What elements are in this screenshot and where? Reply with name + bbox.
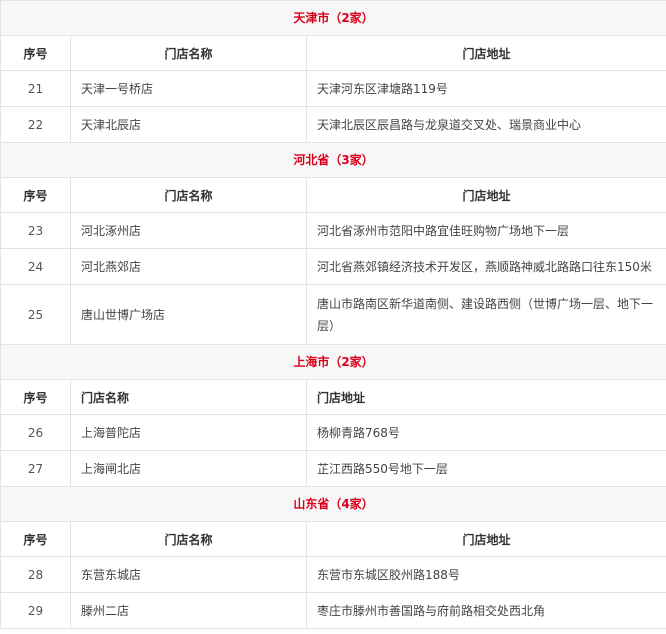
store-address: 东营市东城区胶州路188号 [305, 556, 666, 593]
store-name: 上海闸北店 [70, 450, 307, 487]
header-store-address: 门店地址 [305, 379, 666, 415]
table-row: 27 上海闸北店 芷江西路550号地下一层 [0, 450, 666, 487]
row-number: 23 [0, 212, 71, 249]
section-title-row: 上海市（2家） [0, 344, 666, 380]
store-address: 芷江西路550号地下一层 [305, 450, 666, 487]
row-number: 27 [0, 450, 71, 487]
table-row: 28 东营东城店 东营市东城区胶州路188号 [0, 556, 666, 593]
store-address: 河北省涿州市范阳中路宜佳旺购物广场地下一层 [305, 212, 666, 249]
header-number: 序号 [0, 521, 71, 557]
header-store-address: 门店地址 [305, 521, 666, 557]
table-row: 22 天津北辰店 天津北辰区辰昌路与龙泉道交叉处、瑞景商业中心 [0, 106, 666, 143]
header-number: 序号 [0, 177, 71, 213]
row-number: 25 [0, 284, 71, 345]
header-store-address: 门店地址 [305, 35, 666, 71]
header-number: 序号 [0, 35, 71, 71]
header-row: 序号 门店名称 门店地址 [0, 177, 666, 213]
table-row: 21 天津一号桥店 天津河东区津塘路119号 [0, 70, 666, 107]
row-number: 29 [0, 592, 71, 629]
header-store-name: 门店名称 [70, 379, 307, 415]
header-store-name: 门店名称 [70, 177, 307, 213]
section-title-row: 河北省（3家） [0, 142, 666, 178]
row-number: 24 [0, 248, 71, 285]
store-name: 滕州二店 [70, 592, 307, 629]
store-name: 河北涿州店 [70, 212, 307, 249]
section-title: 上海市（2家） [0, 344, 666, 380]
section-title-row: 天津市（2家） [0, 0, 666, 36]
table-row: 24 河北燕郊店 河北省燕郊镇经济技术开发区，燕顺路神威北路路口往东150米 [0, 248, 666, 285]
header-row: 序号 门店名称 门店地址 [0, 35, 666, 71]
store-name: 天津一号桥店 [70, 70, 307, 107]
store-address: 杨柳青路768号 [305, 414, 666, 451]
table-row: 29 滕州二店 枣庄市滕州市善国路与府前路相交处西北角 [0, 592, 666, 629]
section-title-row: 山东省（4家） [0, 486, 666, 522]
row-number: 28 [0, 556, 71, 593]
store-list-table: 天津市（2家） 序号 门店名称 门店地址 21 天津一号桥店 天津河东区津塘路1… [0, 0, 666, 629]
section-title: 河北省（3家） [0, 142, 666, 178]
table-row: 26 上海普陀店 杨柳青路768号 [0, 414, 666, 451]
row-number: 22 [0, 106, 71, 143]
header-row: 序号 门店名称 门店地址 [0, 521, 666, 557]
row-number: 21 [0, 70, 71, 107]
header-store-name: 门店名称 [70, 35, 307, 71]
header-store-address: 门店地址 [305, 177, 666, 213]
store-name: 东营东城店 [70, 556, 307, 593]
table-row: 25 唐山世博广场店 唐山市路南区新华道南侧、建设路西侧（世博广场一层、地下一层… [0, 284, 666, 345]
row-number: 26 [0, 414, 71, 451]
section-title: 天津市（2家） [0, 0, 666, 36]
store-name: 河北燕郊店 [70, 248, 307, 285]
store-address: 河北省燕郊镇经济技术开发区，燕顺路神威北路路口往东150米 [305, 248, 666, 285]
store-address: 天津北辰区辰昌路与龙泉道交叉处、瑞景商业中心 [305, 106, 666, 143]
store-address: 枣庄市滕州市善国路与府前路相交处西北角 [305, 592, 666, 629]
header-number: 序号 [0, 379, 71, 415]
header-store-name: 门店名称 [70, 521, 307, 557]
store-address: 天津河东区津塘路119号 [305, 70, 666, 107]
store-name: 上海普陀店 [70, 414, 307, 451]
table-row: 23 河北涿州店 河北省涿州市范阳中路宜佳旺购物广场地下一层 [0, 212, 666, 249]
header-row: 序号 门店名称 门店地址 [0, 379, 666, 415]
store-address: 唐山市路南区新华道南侧、建设路西侧（世博广场一层、地下一层） [305, 284, 666, 345]
section-title: 山东省（4家） [0, 486, 666, 522]
store-name: 唐山世博广场店 [70, 284, 307, 345]
store-name: 天津北辰店 [70, 106, 307, 143]
